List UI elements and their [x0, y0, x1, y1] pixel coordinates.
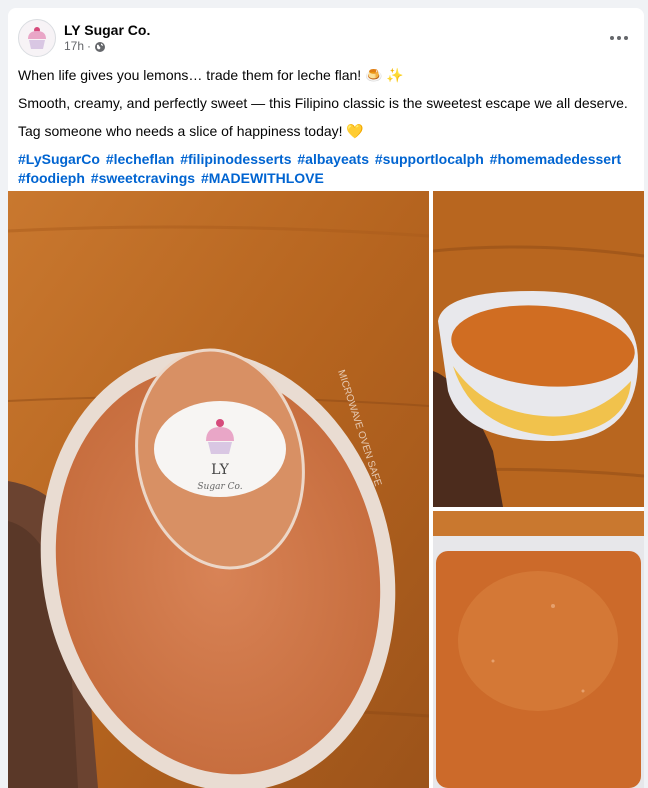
post-line-1: When life gives you lemons… trade them f…	[18, 67, 404, 83]
post-header: LY Sugar Co. 17h ·	[18, 18, 150, 58]
more-options-button[interactable]	[604, 28, 634, 48]
post-time[interactable]: 17h	[64, 39, 84, 54]
post-card: LY Sugar Co. 17h · When life gives you l…	[8, 8, 644, 788]
globe-icon	[95, 41, 106, 52]
hashtag-link[interactable]: #supportlocalph	[375, 151, 484, 167]
hashtag-link[interactable]: #albayeats	[297, 151, 369, 167]
photo-main[interactable]: LY Sugar Co. MICROWAVE OVEN SAFE	[8, 191, 429, 788]
hashtag-link[interactable]: #LySugarCo	[18, 151, 100, 167]
page-avatar[interactable]	[18, 19, 56, 57]
label-brand-text: LY	[211, 462, 229, 478]
hashtag-link[interactable]: #sweetcravings	[91, 170, 195, 186]
post-line-3: Tag someone who needs a slice of happine…	[18, 123, 364, 139]
separator-dot: ·	[87, 39, 92, 54]
post-text: When life gives you lemons… trade them f…	[18, 66, 632, 188]
cupcake-logo-icon	[28, 27, 46, 49]
page-name[interactable]: LY Sugar Co.	[64, 22, 150, 40]
photo-top-right[interactable]	[433, 191, 644, 507]
hashtag-list: #LySugarCo #lecheflan #filipinodesserts …	[18, 150, 632, 188]
hashtag-link[interactable]: #MADEWITHLOVE	[201, 170, 324, 186]
hashtag-link[interactable]: #filipinodesserts	[180, 151, 291, 167]
hashtag-link[interactable]: #homemadedessert	[490, 151, 622, 167]
post-line-2: Smooth, creamy, and perfectly sweet — th…	[18, 95, 628, 111]
photo-bottom-right[interactable]	[433, 511, 644, 788]
hashtag-link[interactable]: #lecheflan	[106, 151, 174, 167]
label-sub-text: Sugar Co.	[197, 482, 242, 492]
hashtag-link[interactable]: #foodieph	[18, 170, 85, 186]
